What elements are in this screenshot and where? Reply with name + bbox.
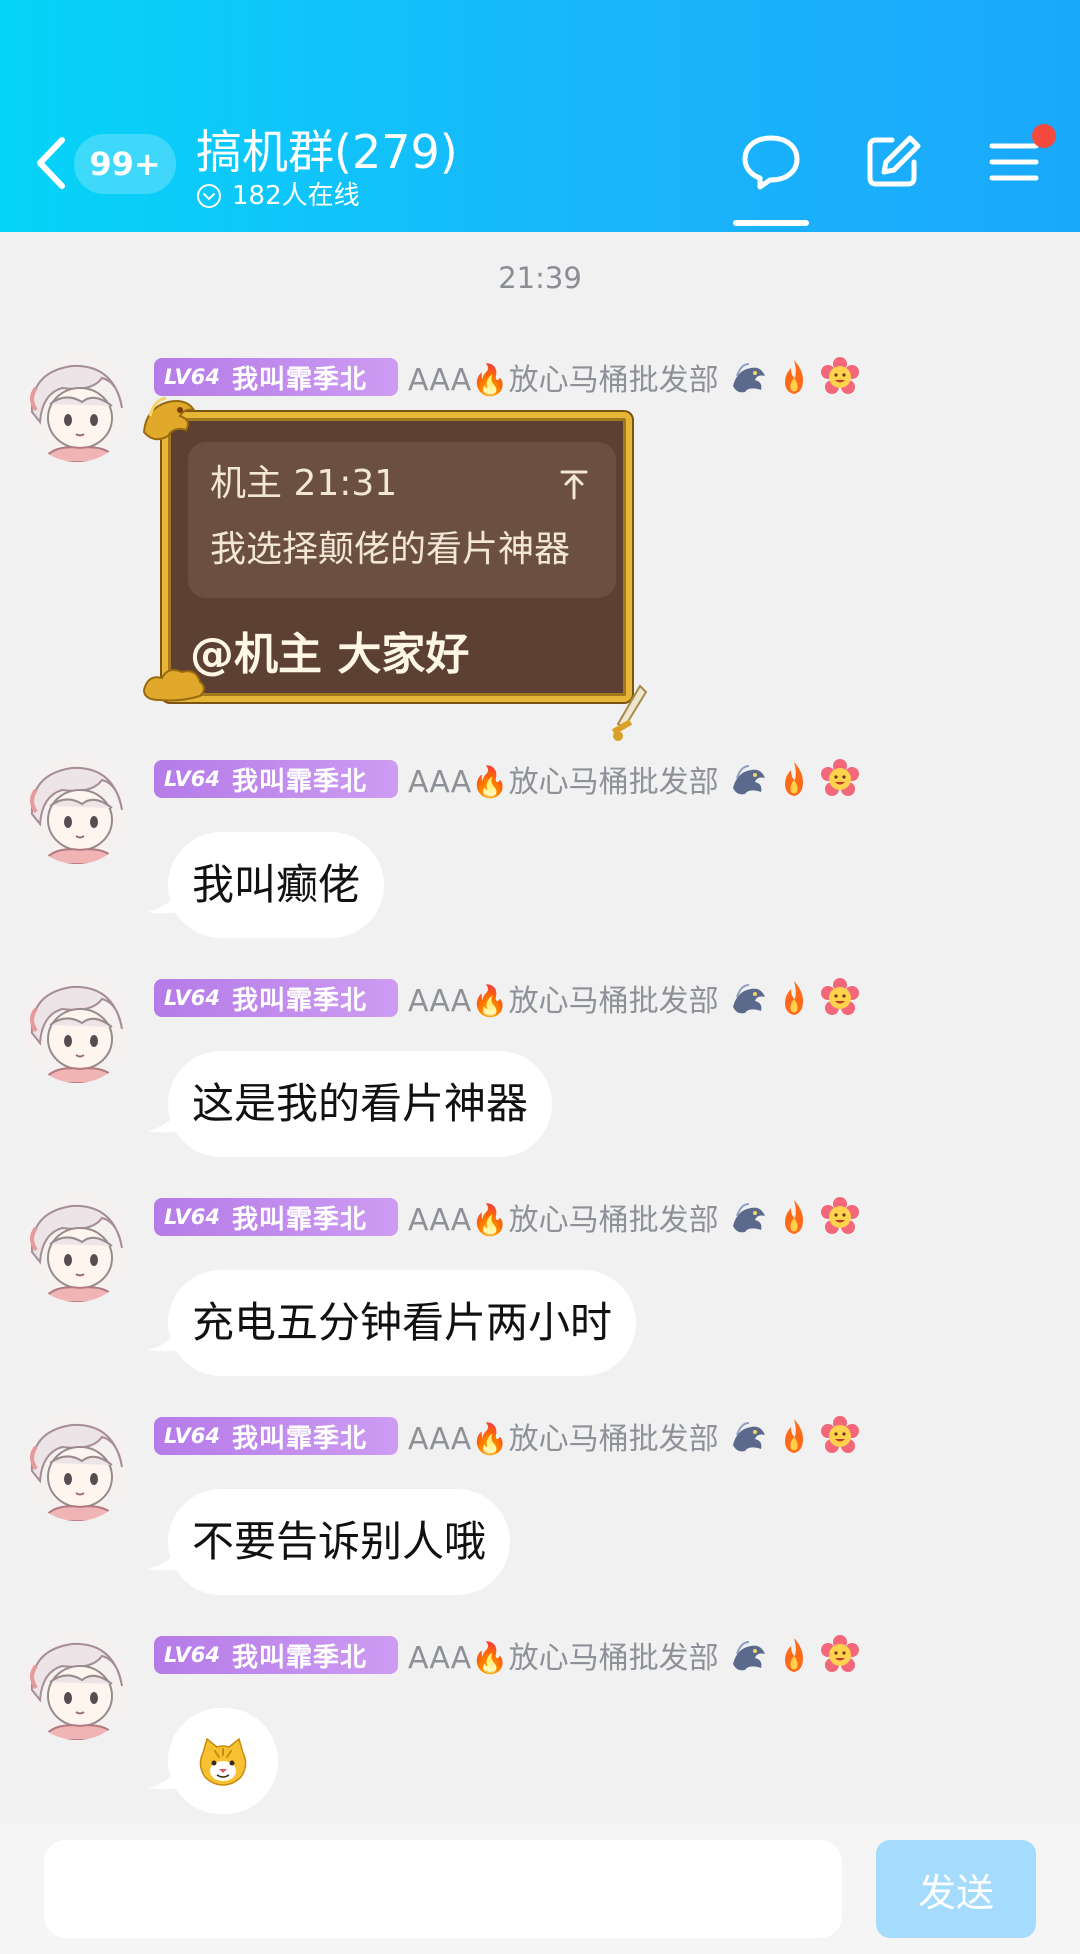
fire-badge-icon[interactable] <box>773 356 815 398</box>
sticker-bubble[interactable] <box>168 1708 278 1814</box>
flower-badge-icon[interactable] <box>819 1196 861 1238</box>
group-title[interactable]: 搞机群(279) <box>196 122 458 182</box>
badge-icons <box>727 758 865 800</box>
golden-cloud-icon <box>140 660 210 704</box>
online-count: 182人在线 <box>232 181 360 211</box>
badge-icons <box>727 977 865 1019</box>
chevron-circle-icon <box>196 183 222 209</box>
chat-message: LV64 我叫霏季北 AAA🔥放心马桶批发部 这是我的看片神器 <box>0 973 1080 1163</box>
level-badge: LV64 <box>164 1424 220 1448</box>
avatar[interactable] <box>22 1192 132 1302</box>
flower-badge-icon[interactable] <box>819 977 861 1019</box>
level-tag[interactable]: LV64 我叫霏季北 <box>154 358 398 396</box>
chat-message: LV64 我叫霏季北 AAA🔥放心马桶批发部 我叫癫佬 <box>0 754 1080 944</box>
fire-badge-icon[interactable] <box>773 1634 815 1676</box>
level-tag[interactable]: LV64 我叫霏季北 <box>154 1198 398 1236</box>
member-title: AAA🔥放心马桶批发部 <box>408 1641 719 1676</box>
active-tab-indicator <box>733 220 809 226</box>
dragon-badge-icon[interactable] <box>727 1634 769 1676</box>
edit-icon[interactable] <box>862 130 924 192</box>
level-badge: LV64 <box>164 1205 220 1229</box>
dragon-badge-icon[interactable] <box>727 1415 769 1457</box>
sender-info: LV64 我叫霏季北 AAA🔥放心马桶批发部 <box>154 977 865 1019</box>
level-badge: LV64 <box>164 986 220 1010</box>
chat-message: LV64 我叫霏季北 AAA🔥放心马桶批发部 不要告诉别人哦 <box>0 1411 1080 1601</box>
unread-count-badge[interactable]: 99+ <box>74 134 176 194</box>
chat-message: LV64 我叫霏季北 AAA🔥放心马桶批发部 <box>0 1630 1080 1820</box>
sender-info: LV64 我叫霏季北 AAA🔥放心马桶批发部 <box>154 1196 865 1238</box>
sender-nickname: 我叫霏季北 <box>231 1642 367 1673</box>
message-input[interactable] <box>44 1840 842 1938</box>
card-frame: 机主 21:31 我选择颠佬的看片神器 @机主 大家好 <box>162 412 632 702</box>
flower-badge-icon[interactable] <box>819 1415 861 1457</box>
flower-badge-icon[interactable] <box>819 356 861 398</box>
avatar[interactable] <box>22 973 132 1083</box>
level-tag[interactable]: LV64 我叫霏季北 <box>154 1417 398 1455</box>
chat-bubble-icon[interactable] <box>740 130 802 192</box>
member-title: AAA🔥放心马桶批发部 <box>408 1422 719 1457</box>
message-text: @机主 大家好 <box>190 629 470 680</box>
chat-message: LV64 我叫霏季北 AAA🔥放心马桶批发部 充电五分钟看片两小时 <box>0 1192 1080 1382</box>
sender-info: LV64 我叫霏季北 AAA🔥放心马桶批发部 <box>154 758 865 800</box>
sender-nickname: 我叫霏季北 <box>231 1204 367 1235</box>
avatar[interactable] <box>22 754 132 864</box>
sender-nickname: 我叫霏季北 <box>231 985 367 1016</box>
reply-message-card[interactable]: 机主 21:31 我选择颠佬的看片神器 @机主 大家好 <box>140 392 660 741</box>
back-icon[interactable] <box>28 128 78 198</box>
member-title: AAA🔥放心马桶批发部 <box>408 984 719 1019</box>
badge-icons <box>727 1196 865 1238</box>
member-title: AAA🔥放心马桶批发部 <box>408 765 719 800</box>
quote-author: 机主 21:31 <box>210 463 398 504</box>
level-tag[interactable]: LV64 我叫霏季北 <box>154 1636 398 1674</box>
level-tag[interactable]: LV64 我叫霏季北 <box>154 760 398 798</box>
dragon-badge-icon[interactable] <box>727 1196 769 1238</box>
tiger-face-emoji-icon <box>199 1737 247 1786</box>
fire-badge-icon[interactable] <box>773 977 815 1019</box>
chat-message: LV64 我叫霏季北 AAA🔥放心马桶批发部 机主 21:31 我选择颠佬的看片… <box>0 352 1080 741</box>
chat-header: 99+ 搞机群(279) 182人在线 <box>0 0 1080 232</box>
quoted-message[interactable]: 机主 21:31 我选择颠佬的看片神器 <box>188 442 616 598</box>
message-timestamp: 21:39 <box>498 261 582 295</box>
badge-icons <box>727 1634 865 1676</box>
fire-badge-icon[interactable] <box>773 1196 815 1238</box>
message-bubble[interactable]: 不要告诉别人哦 <box>168 1489 511 1595</box>
dragon-badge-icon[interactable] <box>727 758 769 800</box>
avatar[interactable] <box>22 1630 132 1740</box>
level-badge: LV64 <box>164 767 220 791</box>
level-tag[interactable]: LV64 我叫霏季北 <box>154 979 398 1017</box>
sender-info: LV64 我叫霏季北 AAA🔥放心马桶批发部 <box>154 1415 865 1457</box>
input-bar: 发送 <box>0 1824 1080 1954</box>
chat-screen: 99+ 搞机群(279) 182人在线 21:39 LV64 我叫霏季北 AAA… <box>0 0 1080 1954</box>
fire-badge-icon[interactable] <box>773 758 815 800</box>
level-badge: LV64 <box>164 365 220 389</box>
fire-badge-icon[interactable] <box>773 1415 815 1457</box>
golden-dragon-icon <box>140 392 200 448</box>
avatar[interactable] <box>22 1411 132 1521</box>
member-title: AAA🔥放心马桶批发部 <box>408 1203 719 1238</box>
quote-text: 我选择颠佬的看片神器 <box>210 529 571 570</box>
online-status[interactable]: 182人在线 <box>196 178 360 214</box>
dragon-badge-icon[interactable] <box>727 356 769 398</box>
golden-sword-icon <box>610 684 656 746</box>
notification-dot <box>1032 124 1056 148</box>
message-bubble[interactable]: 这是我的看片神器 <box>168 1051 553 1157</box>
avatar[interactable] <box>22 352 132 462</box>
badge-icons <box>727 1415 865 1457</box>
message-bubble[interactable]: 充电五分钟看片两小时 <box>168 1270 637 1376</box>
sender-nickname: 我叫霏季北 <box>231 364 367 395</box>
flower-badge-icon[interactable] <box>819 758 861 800</box>
message-bubble[interactable]: 我叫癫佬 <box>168 832 385 938</box>
send-button[interactable]: 发送 <box>876 1840 1036 1938</box>
dragon-badge-icon[interactable] <box>727 977 769 1019</box>
sender-nickname: 我叫霏季北 <box>231 766 367 797</box>
sender-info: LV64 我叫霏季北 AAA🔥放心马桶批发部 <box>154 1634 865 1676</box>
badge-icons <box>727 356 865 398</box>
jump-to-quote-icon[interactable] <box>558 466 590 502</box>
level-badge: LV64 <box>164 1643 220 1667</box>
flower-badge-icon[interactable] <box>819 1634 861 1676</box>
sender-nickname: 我叫霏季北 <box>231 1423 367 1454</box>
